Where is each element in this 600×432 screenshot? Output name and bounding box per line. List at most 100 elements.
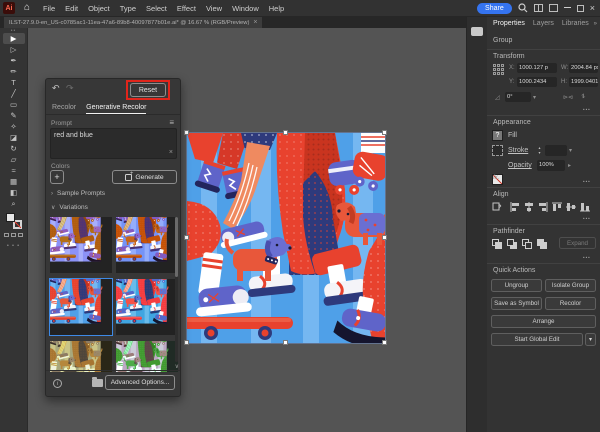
selection-handle-sw[interactable] [184, 340, 189, 345]
stroke-label[interactable]: Stroke [508, 147, 528, 154]
opacity-arrow-icon[interactable]: ▸ [568, 162, 571, 169]
y-value-field[interactable]: 1000.2434 [517, 77, 557, 87]
direct-selection-tool[interactable]: ▷ [3, 44, 25, 55]
pathfinder-intersect-icon[interactable] [522, 239, 533, 250]
align-top-icon[interactable] [551, 201, 563, 213]
close-window-icon[interactable]: × [590, 3, 595, 13]
menu-select[interactable]: Select [141, 4, 172, 13]
selection-tool[interactable]: ▶ [2, 33, 25, 44]
folder-icon[interactable] [92, 377, 103, 387]
type-tool[interactable]: T [3, 77, 25, 88]
stroke-chevron-icon[interactable]: ▾ [569, 147, 572, 154]
illustrator-logo-icon[interactable]: Ai [3, 2, 15, 14]
line-segment-tool[interactable]: ╱ [3, 88, 25, 99]
selection-handle-nw[interactable] [184, 130, 189, 135]
global-edit-chevron-icon[interactable]: ▾ [585, 333, 596, 346]
variations-scrollbar[interactable] [175, 217, 178, 362]
tab-recolor[interactable]: Recolor [52, 101, 76, 114]
x-value-field[interactable]: 1000.127 p [517, 63, 557, 73]
selection-handle-ne[interactable] [382, 130, 387, 135]
pathfinder-minus-front-icon[interactable] [507, 239, 518, 250]
pen-tool[interactable]: ✒ [3, 55, 25, 66]
selection-handle-e[interactable] [382, 235, 387, 240]
align-right-icon[interactable] [537, 201, 549, 213]
appearance-more-icon[interactable]: ••• [583, 179, 591, 184]
fill-stroke-swatches[interactable] [5, 213, 22, 229]
save-as-symbol-button[interactable]: Save as Symbol [491, 297, 542, 310]
comment-icon[interactable] [471, 27, 483, 36]
gradient-tool[interactable]: ◧ [3, 187, 25, 198]
recolor-button[interactable]: Recolor [545, 297, 596, 310]
stroke-color-swatch[interactable] [492, 145, 503, 156]
rotation-chevron-icon[interactable]: ▾ [533, 94, 536, 101]
variation-thumbnail-4[interactable] [116, 279, 178, 335]
tab-layers[interactable]: Layers [533, 20, 554, 31]
sample-prompts-section[interactable]: › Sample Prompts [51, 190, 105, 197]
selection-handle-se[interactable] [382, 340, 387, 345]
tab-properties[interactable]: Properties [493, 20, 525, 31]
restore-icon[interactable] [576, 4, 584, 12]
menu-file[interactable]: File [38, 4, 60, 13]
pathfinder-unite-icon[interactable] [492, 239, 503, 250]
transform-more-icon[interactable]: ••• [583, 107, 591, 112]
variation-thumbnail-5[interactable] [50, 341, 112, 372]
ungroup-button[interactable]: Ungroup [491, 279, 542, 292]
isolate-group-button[interactable]: Isolate Group [545, 279, 596, 292]
pathfinder-more-icon[interactable]: ••• [583, 255, 591, 260]
flip-vertical-icon[interactable]: ⥮ [581, 94, 585, 101]
pathfinder-exclude-icon[interactable] [537, 239, 548, 250]
reference-point-icon[interactable] [492, 63, 505, 76]
opacity-label[interactable]: Opacity [508, 162, 532, 169]
prompt-menu-icon[interactable]: ≡ [169, 119, 174, 127]
align-left-icon[interactable] [509, 201, 521, 213]
variation-thumbnail-3-selected[interactable] [49, 278, 113, 336]
arrange-button[interactable]: Arrange [491, 315, 596, 328]
rotation-select[interactable]: 0° [505, 92, 531, 102]
generate-button[interactable]: Generate [112, 170, 177, 184]
variation-thumbnail-2[interactable] [116, 217, 178, 273]
mesh-tool[interactable]: ▦ [3, 176, 25, 187]
align-bottom-icon[interactable] [579, 201, 591, 213]
arrange-documents-icon[interactable] [548, 4, 558, 12]
menu-window[interactable]: Window [227, 4, 264, 13]
workspace-switcher-icon[interactable] [533, 4, 543, 12]
menu-view[interactable]: View [201, 4, 227, 13]
align-center-icon[interactable] [523, 201, 535, 213]
info-icon[interactable]: i [53, 379, 62, 388]
curvature-tool[interactable]: ✏ [3, 66, 25, 77]
fill-color-swatch[interactable]: ? [492, 130, 503, 141]
selection-handle-w[interactable] [184, 235, 189, 240]
zoom-tool[interactable]: ⌕ [3, 198, 25, 209]
selection-handle-s[interactable] [283, 340, 288, 345]
color-mode-buttons[interactable] [0, 233, 27, 237]
close-tab-icon[interactable]: × [253, 19, 257, 26]
tab-generative-recolor[interactable]: Generative Recolor [86, 101, 147, 114]
align-more-icon[interactable]: ••• [583, 216, 591, 221]
shaper-tool[interactable]: ✧ [3, 121, 25, 132]
tab-libraries[interactable]: Libraries [562, 20, 589, 31]
fill-swatch[interactable] [5, 213, 15, 222]
menu-object[interactable]: Object [83, 4, 115, 13]
height-value-field[interactable]: 1999.0401 [569, 77, 598, 87]
align-middle-icon[interactable] [565, 201, 577, 213]
prompt-input[interactable]: red and blue × [50, 128, 177, 159]
width-value-field[interactable]: 2004.84 px [569, 63, 598, 73]
start-global-edit-button[interactable]: Start Global Edit [491, 333, 583, 346]
opacity-value-field[interactable]: 100% [537, 160, 565, 171]
menu-type[interactable]: Type [115, 4, 141, 13]
stroke-weight-stepper[interactable]: ▴ ▾ [535, 145, 544, 156]
width-tool[interactable]: ≈ [3, 165, 25, 176]
menu-edit[interactable]: Edit [60, 4, 83, 13]
variation-thumbnail-6[interactable] [116, 341, 178, 372]
minimize-icon[interactable] [563, 7, 571, 8]
artboard[interactable] [186, 132, 386, 344]
undo-icon[interactable]: ↶ [52, 83, 60, 94]
home-icon[interactable]: ⌂ [24, 3, 30, 13]
eraser-tool[interactable]: ◪ [3, 132, 25, 143]
align-to-selection-icon[interactable] [491, 201, 503, 213]
search-icon[interactable] [518, 3, 528, 13]
variation-thumbnail-1[interactable] [50, 217, 112, 273]
share-button[interactable]: Share [477, 2, 512, 14]
menu-help[interactable]: Help [264, 4, 289, 13]
rotate-tool[interactable]: ↻ [3, 143, 25, 154]
